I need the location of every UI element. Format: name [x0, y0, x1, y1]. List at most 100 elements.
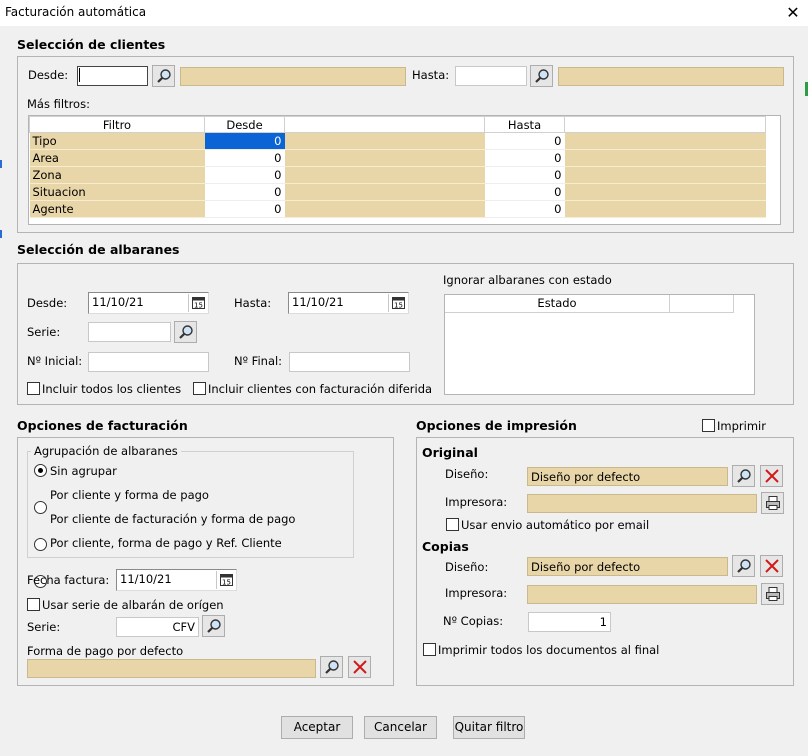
albaran-desde-date[interactable]: 11/10/21 15 [88, 292, 209, 314]
original-label: Original [422, 445, 478, 460]
radio-cliente-facturacion[interactable] [34, 538, 47, 551]
forma-pago-label: Forma de pago por defecto [27, 644, 184, 658]
table-row[interactable]: Zona 0 0 [29, 166, 766, 184]
filtro-name-cell: Agente [29, 200, 205, 218]
col-header-hasta[interactable]: Hasta [484, 116, 565, 133]
select-copias-impresora-button[interactable] [761, 583, 784, 605]
filtro-desde-cell[interactable]: 0 [204, 166, 285, 184]
calendar-icon[interactable]: 15 [388, 294, 408, 312]
radio-label[interactable]: Por cliente y forma de pago [50, 488, 209, 502]
table-row[interactable]: Agente 0 0 [29, 200, 766, 218]
filtro-desde-cell[interactable]: 0 [204, 200, 285, 218]
filtro-hasta-cell[interactable]: 0 [484, 132, 565, 150]
table-row[interactable]: Area 0 0 [29, 149, 766, 167]
calendar-icon[interactable]: 15 [188, 294, 208, 312]
search-cliente-desde-button[interactable] [152, 65, 175, 87]
cliente-desde-name [180, 67, 406, 86]
usar-envio-email-checkbox[interactable] [446, 518, 459, 531]
n-final-input[interactable] [289, 352, 410, 372]
filtro-hasta-cell[interactable]: 0 [484, 200, 565, 218]
filtro-hasta-cell[interactable]: 0 [484, 149, 565, 167]
search-copias-diseno-button[interactable] [732, 555, 755, 577]
filtro-desde-desc-cell [284, 132, 485, 150]
filtro-desde-desc-cell [284, 149, 485, 167]
search-serie-button[interactable] [174, 321, 197, 343]
impresion-section-title: Opciones de impresión [416, 418, 577, 433]
close-window-button[interactable]: ✕ [779, 1, 807, 25]
filtro-desde-cell[interactable]: 0 [204, 149, 285, 167]
clear-forma-pago-button[interactable] [348, 656, 371, 678]
search-icon [324, 660, 339, 674]
col-header-filtro[interactable]: Filtro [29, 116, 205, 133]
filtro-desde-cell[interactable]: 0 [204, 132, 285, 150]
search-cliente-hasta-button[interactable] [530, 65, 553, 87]
imprimir-label[interactable]: Imprimir [717, 419, 766, 433]
search-forma-pago-button[interactable] [320, 656, 343, 678]
filtro-desde-cell[interactable]: 0 [204, 183, 285, 201]
search-serie-factura-button[interactable] [202, 615, 225, 637]
facturacion-serie-input[interactable]: CFV [116, 617, 199, 637]
imprimir-todos-label[interactable]: Imprimir todos los documentos al final [438, 643, 659, 657]
calendar-icon[interactable]: 15 [216, 571, 236, 589]
table-row[interactable]: Situacion 0 0 [29, 183, 766, 201]
filtro-name-cell: Zona [29, 166, 205, 184]
n-copias-label: Nº Copias: [443, 614, 504, 628]
radio-sin-agrupar[interactable] [34, 464, 47, 477]
search-original-diseno-button[interactable] [732, 465, 755, 487]
copias-label: Copias [422, 539, 469, 554]
n-copias-input[interactable]: 1 [528, 612, 611, 632]
radio-cliente-forma-pago[interactable] [34, 501, 47, 514]
clear-original-diseno-button[interactable] [760, 465, 783, 487]
search-icon [156, 69, 171, 83]
filtros-grid: Filtro Desde Hasta Tipo 0 0 Area 0 0 Zon… [28, 115, 781, 225]
fecha-factura-date[interactable]: 11/10/21 15 [116, 569, 237, 591]
original-diseno-value: Diseño por defecto [527, 467, 728, 486]
cliente-hasta-input[interactable] [455, 66, 527, 86]
incluir-diferida-label[interactable]: Incluir clientes con facturación diferid… [208, 382, 432, 396]
albaranes-desde-label: Desde: [27, 296, 68, 310]
filtro-hasta-desc-cell [564, 149, 766, 167]
albaran-hasta-date[interactable]: 11/10/21 15 [288, 292, 409, 314]
imprimir-todos-checkbox[interactable] [423, 643, 436, 656]
n-final-label: Nº Final: [234, 354, 283, 368]
col-header-estado-extra[interactable] [670, 295, 734, 313]
n-inicial-input[interactable] [88, 352, 209, 372]
radio-label[interactable]: Sin agrupar [50, 464, 117, 478]
delete-x-icon [764, 469, 779, 483]
search-icon [736, 469, 751, 483]
usar-serie-label[interactable]: Usar serie de albarán de orígen [42, 598, 224, 612]
filtro-desde-desc-cell [284, 183, 485, 201]
quitar-filtro-button[interactable]: Quitar filtro [453, 716, 525, 739]
filtro-hasta-cell[interactable]: 0 [484, 166, 565, 184]
cliente-desde-input[interactable] [77, 66, 148, 86]
filtro-name-cell: Tipo [29, 132, 205, 150]
albaran-desde-value: 11/10/21 [92, 295, 144, 309]
agrupacion-label: Agrupación de albaranes [31, 444, 181, 458]
table-row[interactable]: Tipo 0 0 [29, 132, 766, 150]
estado-list[interactable]: Estado [444, 294, 755, 395]
original-impresora-value [527, 494, 757, 513]
select-original-impresora-button[interactable] [761, 492, 784, 514]
search-icon [736, 559, 751, 573]
usar-serie-checkbox[interactable] [27, 598, 40, 611]
col-header-hasta-desc[interactable] [564, 116, 766, 133]
cancelar-button[interactable]: Cancelar [364, 716, 437, 739]
radio-label[interactable]: Por cliente, forma de pago y Ref. Client… [50, 536, 282, 550]
fecha-factura-label: Fecha factura: [27, 573, 110, 587]
title-bar: Facturación automática ✕ [0, 0, 808, 26]
radio-label[interactable]: Por cliente de facturación y forma de pa… [50, 512, 295, 526]
usar-envio-email-label[interactable]: Usar envio automático por email [461, 518, 649, 532]
copias-impresora-label: Impresora: [445, 586, 508, 600]
incluir-todos-checkbox[interactable] [27, 382, 40, 395]
col-header-estado[interactable]: Estado [445, 295, 670, 313]
incluir-todos-label[interactable]: Incluir todos los clientes [42, 382, 181, 396]
col-header-desde-desc[interactable] [284, 116, 485, 133]
col-header-desde[interactable]: Desde [204, 116, 285, 133]
ignorar-estado-label: Ignorar albaranes con estado [443, 273, 612, 287]
incluir-diferida-checkbox[interactable] [193, 382, 206, 395]
albaran-serie-input[interactable] [88, 322, 171, 342]
imprimir-checkbox[interactable] [702, 419, 715, 432]
aceptar-button[interactable]: Aceptar [281, 716, 353, 739]
filtro-hasta-cell[interactable]: 0 [484, 183, 565, 201]
clear-copias-diseno-button[interactable] [760, 555, 783, 577]
